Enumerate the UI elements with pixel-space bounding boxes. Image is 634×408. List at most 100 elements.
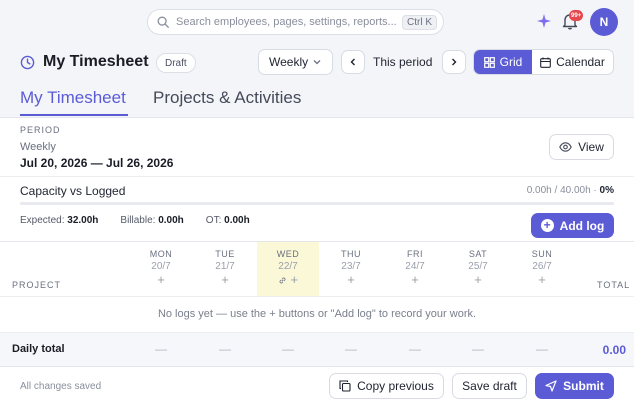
day-date: 26/7 [532,261,552,272]
eye-icon [559,142,572,152]
save-draft-label: Save draft [462,379,517,393]
day-header-tue: TUE 21/7 + [194,249,256,286]
daily-total-row: Daily total — — — — — — — 0.00 [0,333,634,366]
billable-label: Billable: [120,215,156,226]
billable-value: 0.00h [158,215,184,226]
period-range: Jul 20, 2026 — Jul 26, 2026 [20,156,174,170]
sparkle-icon[interactable] [536,13,552,29]
grand-total: 0.00 [602,343,626,357]
day-date: 22/7 [278,261,298,272]
tab-bar: My Timesheet Projects & Activities [0,80,634,118]
total-column-header: TOTAL [597,280,631,290]
range-select-value: Weekly [269,55,309,69]
send-icon [545,380,557,392]
search-icon [157,16,169,28]
add-entry-button[interactable]: + [511,273,573,286]
copy-icon [339,380,351,392]
global-search[interactable]: Ctrl K [147,9,444,35]
project-column-header: PROJECT [12,280,62,290]
plus-icon: + [540,219,554,232]
wed-actions: + [257,273,319,286]
day-name: WED [276,249,300,259]
day-date: 23/7 [341,261,361,272]
capacity-label: Capacity vs Logged [20,184,126,198]
view-period-button[interactable]: View [549,134,614,160]
day-name: TUE [215,249,235,259]
copy-previous-button[interactable]: Copy previous [329,373,444,399]
grid-view-button[interactable]: Grid [474,50,532,74]
calendar-icon [540,57,551,68]
calendar-view-button[interactable]: Calendar [532,50,613,74]
notification-badge: 99+ [569,10,584,21]
day-header-fri: FRI 24/7 + [384,249,446,286]
capacity-hours: 0.00h / 40.00h [526,185,591,196]
daily-total-thu: — [345,342,357,356]
top-bar: Ctrl K 99+ N [0,0,634,44]
avatar[interactable]: N [590,8,618,36]
save-draft-button[interactable]: Save draft [452,373,527,399]
day-header-thu: THU 23/7 + [320,249,382,286]
add-entry-button[interactable]: + [320,273,382,286]
timesheet-card: PERIOD Weekly Jul 20, 2026 — Jul 26, 202… [0,118,634,408]
period-label: This period [373,55,433,69]
tab-my-timesheet[interactable]: My Timesheet [20,88,126,108]
save-status: All changes saved [20,381,102,392]
capacity-progress-bar [20,202,614,205]
day-name: THU [341,249,361,259]
period-heading: PERIOD [20,125,61,135]
divider [0,296,634,297]
billable-stat: Billable: 0.00h [120,215,183,226]
view-period-label: View [578,140,604,154]
add-entry-button[interactable]: + [447,273,509,286]
clock-icon [20,55,35,70]
expected-value: 32.00h [67,215,99,226]
copy-previous-label: Copy previous [357,379,434,393]
ot-value: 0.00h [224,215,250,226]
day-header-sat: SAT 25/7 + [447,249,509,286]
daily-total-label: Daily total [12,343,65,355]
period-type: Weekly [20,141,56,153]
daily-total-sun: — [536,342,548,356]
chevron-down-icon [313,60,321,65]
add-log-button[interactable]: + Add log [531,213,614,238]
day-header-mon: MON 20/7 + [130,249,192,286]
add-entry-button[interactable]: + [130,273,192,286]
range-select[interactable]: Weekly [258,49,333,75]
search-input[interactable] [176,16,402,28]
daily-total-sat: — [472,342,484,356]
status-badge: Draft [156,53,196,73]
add-entry-button[interactable]: + [291,272,299,287]
previous-period-button[interactable] [341,50,365,74]
grid-view-label: Grid [499,55,523,69]
chevron-right-icon [452,58,457,66]
expected-stat: Expected: 32.00h [20,215,98,226]
day-name: FRI [407,249,423,259]
day-name: MON [149,249,173,259]
capacity-percent: 0% [599,185,614,196]
day-date: 21/7 [215,261,235,272]
day-header-sun: SUN 26/7 + [511,249,573,286]
page-title: My Timesheet [43,53,149,70]
day-name: SAT [468,249,488,259]
add-entry-button[interactable]: + [194,273,256,286]
link-icon[interactable] [278,276,287,285]
divider [0,176,634,177]
title-row: My Timesheet Draft Weekly This period Gr… [0,46,634,78]
day-name: SUN [531,249,553,259]
daily-total-tue: — [219,342,231,356]
calendar-view-label: Calendar [556,55,605,69]
daily-total-fri: — [409,342,421,356]
add-entry-button[interactable]: + [384,273,446,286]
search-shortcut-hint: Ctrl K [402,14,437,30]
submit-button[interactable]: Submit [535,373,614,399]
ot-label: OT: [205,215,222,226]
daily-total-wed: — [282,342,294,356]
capacity-value: 0.00h / 40.00h · 0% [526,185,614,196]
next-period-button[interactable] [442,50,466,74]
add-log-label: Add log [559,218,605,233]
tab-projects-activities[interactable]: Projects & Activities [153,88,301,108]
view-toggle: Grid Calendar [473,49,614,75]
daily-total-mon: — [155,342,167,356]
stats-row: Expected: 32.00h Billable: 0.00h OT: 0.0… [20,215,250,226]
day-date: 24/7 [405,261,425,272]
